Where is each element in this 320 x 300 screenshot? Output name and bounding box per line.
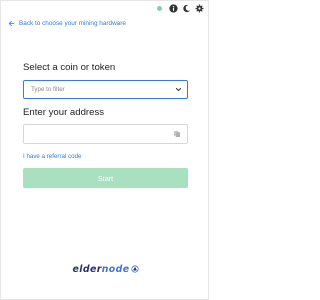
app-window: Back to choose your mining hardware Sele… [0, 0, 209, 300]
settings-icon[interactable] [195, 4, 204, 13]
eldernode-watermark: eldernode [1, 259, 210, 279]
chevron-down-icon[interactable] [175, 86, 182, 93]
moon-icon[interactable] [182, 4, 191, 13]
address-section-title: Enter your address [23, 107, 105, 118]
referral-code-link[interactable]: I have a referral code [23, 153, 81, 160]
back-to-hardware-link[interactable]: Back to choose your mining hardware [8, 20, 126, 27]
start-button[interactable]: Start [23, 168, 188, 188]
window-toolbar [157, 4, 204, 13]
paste-icon[interactable] [173, 130, 181, 138]
eldernode-logo-icon [130, 265, 139, 273]
info-icon[interactable] [169, 4, 178, 13]
back-link-label: Back to choose your mining hardware [19, 20, 126, 27]
address-field[interactable] [23, 124, 188, 144]
watermark-text-dark: elder [72, 263, 102, 275]
watermark-text: eldernode [72, 264, 129, 275]
arrow-left-icon [8, 20, 15, 27]
address-input[interactable] [28, 127, 168, 141]
coin-section-title: Select a coin or token [23, 62, 116, 73]
watermark-text-accent: node [101, 263, 130, 275]
coin-select[interactable]: Type to filter [23, 80, 188, 99]
coin-select-placeholder: Type to filter [31, 86, 65, 93]
connection-status-indicator [157, 6, 162, 11]
